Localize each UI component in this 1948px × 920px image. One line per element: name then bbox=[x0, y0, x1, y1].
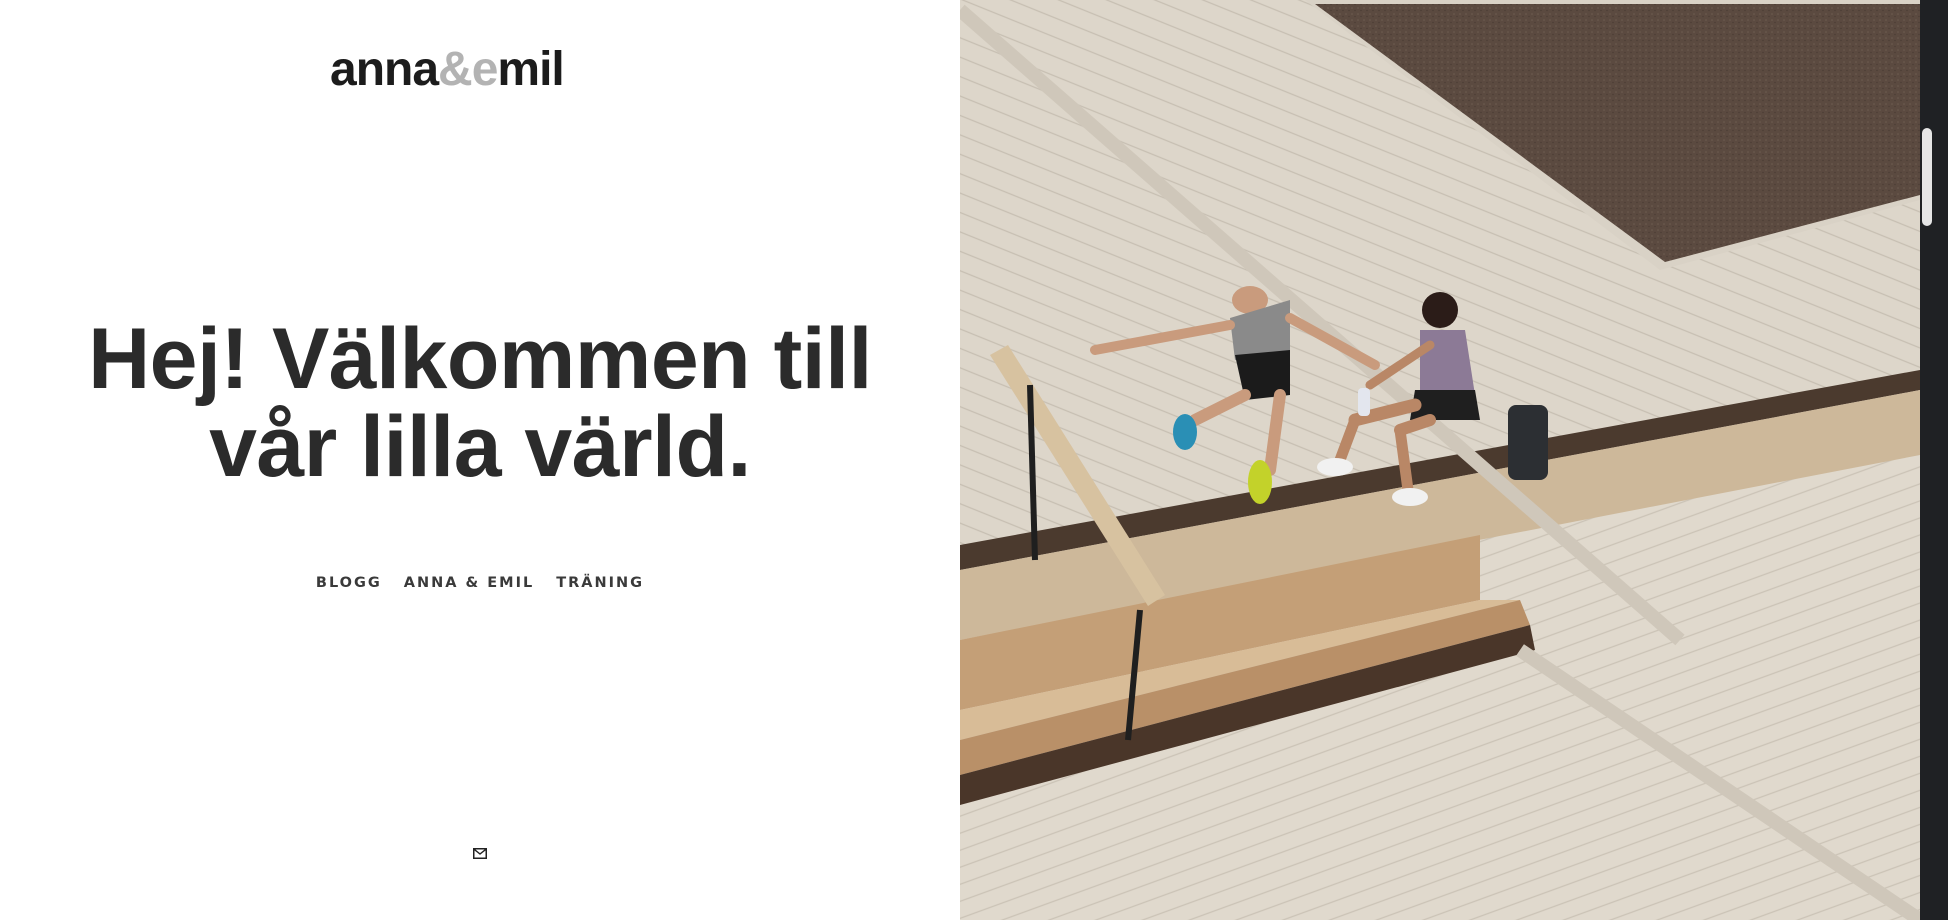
nav-link-blogg[interactable]: BLOGG bbox=[316, 575, 382, 595]
intro-panel: anna&emil Hej! Välkommen till vår lilla … bbox=[0, 0, 960, 920]
logo-text-anna: anna bbox=[330, 43, 439, 96]
site-logo[interactable]: anna&emil bbox=[330, 46, 630, 94]
nav-link-traning[interactable]: TRÄNING bbox=[556, 575, 644, 595]
title-line-1: Hej! Välkommen till bbox=[88, 311, 872, 407]
mail-icon[interactable] bbox=[473, 846, 487, 859]
hero-photo bbox=[960, 0, 1920, 920]
main-nav: BLOGG ANNA & EMIL TRÄNING bbox=[0, 575, 960, 595]
title-line-2: vår lilla värld. bbox=[209, 399, 751, 495]
scrollbar-thumb[interactable] bbox=[1922, 128, 1932, 226]
page-title: Hej! Välkommen till vår lilla värld. bbox=[40, 315, 920, 491]
nav-link-anna-emil[interactable]: ANNA & EMIL bbox=[404, 575, 534, 595]
logo-text-mil: mil bbox=[497, 43, 564, 96]
logo-text-ampersand-e: &e bbox=[438, 43, 498, 96]
